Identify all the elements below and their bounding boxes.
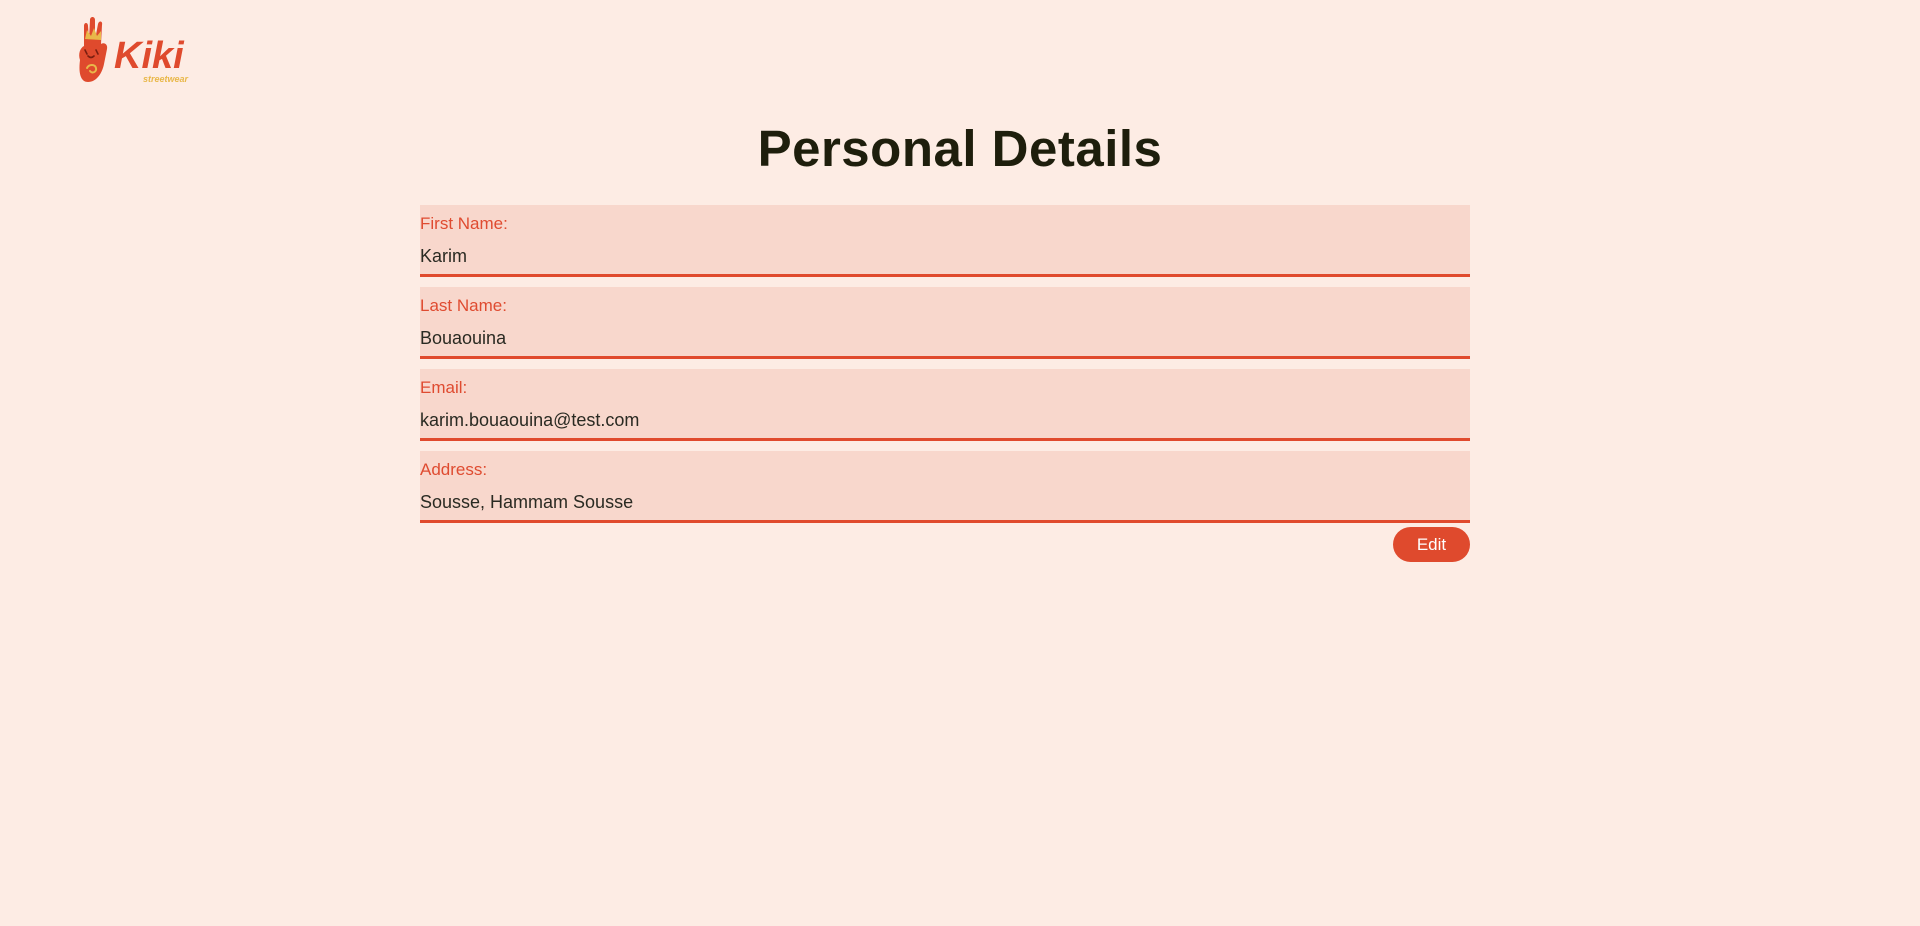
- first-name-label: First Name:: [420, 214, 508, 233]
- kiki-logo[interactable]: Kiki streetwear: [74, 16, 198, 88]
- email-field[interactable]: Email:: [420, 369, 1470, 441]
- last-name-input[interactable]: [420, 327, 1460, 349]
- address-field[interactable]: Address:: [420, 451, 1470, 523]
- email-label: Email:: [420, 378, 468, 397]
- first-name-input[interactable]: [420, 245, 1460, 267]
- address-input[interactable]: [420, 491, 1460, 513]
- logo-wordmark: Kiki: [114, 35, 185, 77]
- logo-tagline: streetwear: [143, 74, 189, 84]
- last-name-label: Last Name:: [420, 296, 507, 315]
- page-title: Personal Details: [757, 120, 1163, 177]
- last-name-field[interactable]: Last Name:: [420, 287, 1470, 359]
- address-label: Address:: [420, 460, 488, 479]
- first-name-field[interactable]: First Name:: [420, 205, 1470, 277]
- edit-button[interactable]: Edit: [1393, 527, 1470, 562]
- personal-details-form: First Name: Last Name: Email: Address:: [420, 205, 1470, 533]
- hand-crown-icon: [79, 17, 108, 82]
- email-input[interactable]: [420, 409, 1460, 431]
